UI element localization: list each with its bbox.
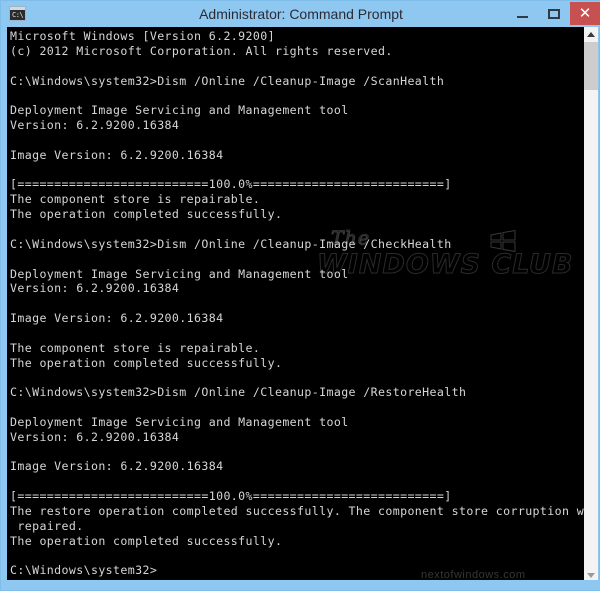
console-output-area[interactable]: Microsoft Windows [Version 6.2.9200] (c)… bbox=[7, 27, 584, 582]
scrollbar-track[interactable] bbox=[584, 41, 598, 568]
vertical-scrollbar[interactable] bbox=[584, 27, 598, 582]
window-titlebar[interactable]: C:\ Administrator: Command Prompt ✕ bbox=[1, 1, 600, 27]
minimize-icon bbox=[516, 16, 528, 18]
maximize-icon bbox=[548, 8, 560, 19]
maximize-button[interactable] bbox=[538, 2, 570, 25]
console-text: Microsoft Windows [Version 6.2.9200] (c)… bbox=[10, 29, 584, 578]
close-button[interactable]: ✕ bbox=[570, 2, 600, 25]
scrollbar-thumb[interactable] bbox=[584, 42, 598, 90]
scrollbar-up-button[interactable] bbox=[584, 27, 598, 41]
chevron-down-icon bbox=[587, 572, 595, 578]
window-bottom-border bbox=[1, 580, 600, 590]
close-icon: ✕ bbox=[578, 5, 592, 22]
minimize-button[interactable] bbox=[506, 2, 538, 25]
chevron-up-icon bbox=[587, 31, 595, 37]
command-prompt-window: C:\ Administrator: Command Prompt ✕ Micr… bbox=[0, 0, 600, 591]
